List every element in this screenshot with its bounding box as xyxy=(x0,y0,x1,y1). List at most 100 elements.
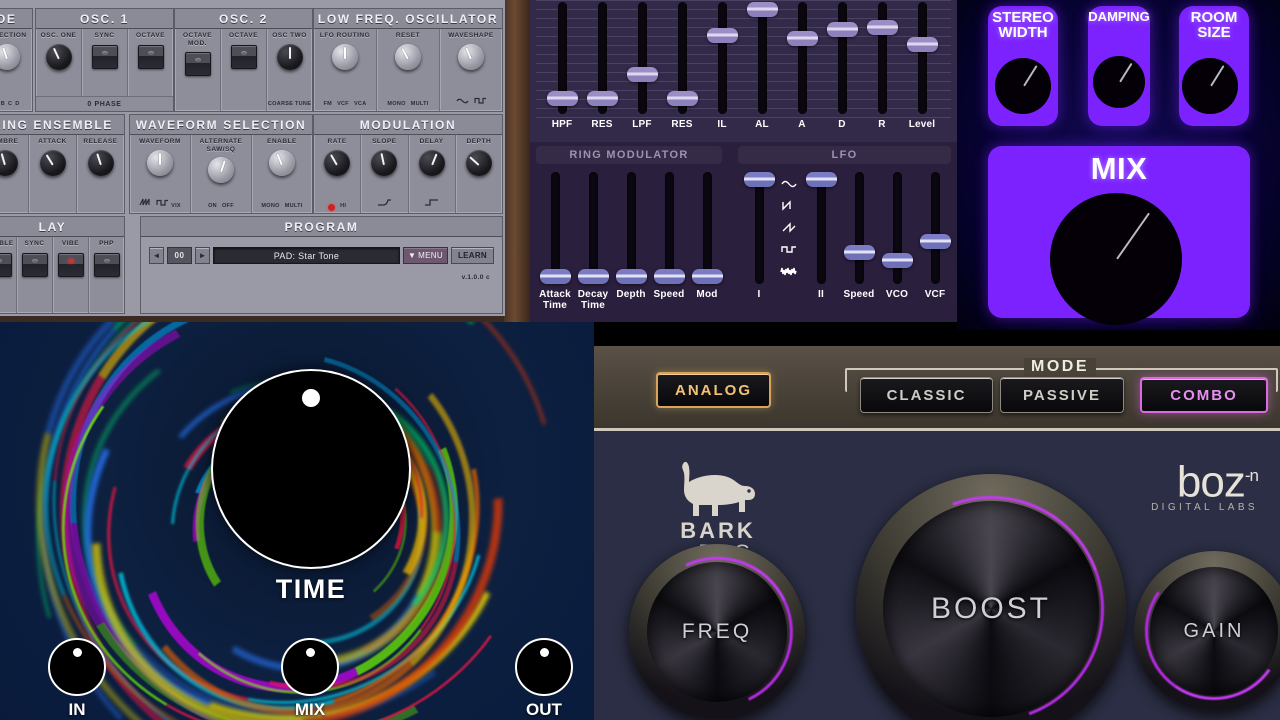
bark-knob-boost[interactable]: BOOST xyxy=(840,458,1142,720)
in-knob[interactable] xyxy=(48,638,106,696)
bark-knob-gain[interactable]: GAIN xyxy=(1134,551,1280,711)
slider-track[interactable] xyxy=(626,2,658,114)
slider-thumb[interactable] xyxy=(786,31,818,47)
slider-res[interactable]: RES xyxy=(582,2,622,130)
slider-track[interactable] xyxy=(743,172,775,284)
knob-slope[interactable] xyxy=(371,149,398,176)
slider-track[interactable] xyxy=(906,2,938,114)
slider-il[interactable]: IL xyxy=(702,2,742,130)
slider-thumb[interactable] xyxy=(706,28,738,44)
slider-speed[interactable]: Speed xyxy=(650,172,688,311)
ramp-down-icon[interactable] xyxy=(779,196,799,215)
mode-button-combo[interactable]: COMBO xyxy=(1140,377,1268,413)
switch-vibe[interactable] xyxy=(57,252,84,277)
learn-button[interactable]: LEARN xyxy=(450,247,494,264)
slider-thumb[interactable] xyxy=(546,91,578,107)
knob-release[interactable] xyxy=(87,149,114,176)
slider-track[interactable] xyxy=(843,172,875,284)
knob-alternate-saw-sq[interactable] xyxy=(208,157,234,183)
preset-name-display[interactable]: PAD: Star Tone xyxy=(213,247,400,264)
switch-octave-mod-[interactable] xyxy=(184,52,211,76)
slider-thumb[interactable] xyxy=(691,269,723,284)
slider-thumb[interactable] xyxy=(826,22,858,38)
mix-knob-small[interactable] xyxy=(281,638,339,696)
slider-thumb[interactable] xyxy=(586,91,618,107)
knob-enable[interactable] xyxy=(269,149,295,176)
slider-track[interactable] xyxy=(881,172,913,284)
program-next-button[interactable]: ► xyxy=(195,247,210,264)
knob-depth[interactable] xyxy=(465,149,492,176)
slider-thumb[interactable] xyxy=(866,20,898,36)
knob-osc-one[interactable] xyxy=(45,43,72,70)
slider-track[interactable] xyxy=(691,172,723,284)
slider-track[interactable] xyxy=(746,2,778,114)
slider-i[interactable]: I xyxy=(742,172,776,300)
slider-track[interactable] xyxy=(826,2,858,114)
slider-track[interactable] xyxy=(586,2,618,114)
slider-decay-time[interactable]: Decay Time xyxy=(574,172,612,311)
slider-track[interactable] xyxy=(706,2,738,114)
slider-thumb[interactable] xyxy=(539,269,571,284)
slider-speed[interactable]: Speed xyxy=(840,172,878,300)
slider-thumb[interactable] xyxy=(843,244,875,260)
slider-thumb[interactable] xyxy=(653,269,685,284)
knob-attack[interactable] xyxy=(39,149,66,176)
knob-delay[interactable] xyxy=(418,149,445,176)
slider-thumb[interactable] xyxy=(577,269,609,284)
square-icon[interactable] xyxy=(779,240,799,259)
switch-php[interactable] xyxy=(93,252,120,277)
knob-direction[interactable] xyxy=(0,43,20,70)
slider-thumb[interactable] xyxy=(626,66,658,82)
slider-depth[interactable]: Depth xyxy=(612,172,650,311)
time-knob[interactable] xyxy=(211,369,411,569)
slider-thumb[interactable] xyxy=(881,252,913,268)
slider-d[interactable]: D xyxy=(822,2,862,130)
program-prev-button[interactable]: ◄ xyxy=(149,247,164,264)
slider-thumb[interactable] xyxy=(906,36,938,52)
switch-sync[interactable] xyxy=(21,252,48,277)
slider-track[interactable] xyxy=(666,2,698,114)
slider-thumb[interactable] xyxy=(743,172,775,187)
slider-level[interactable]: Level xyxy=(902,2,942,130)
knob-lfo-routing[interactable] xyxy=(332,43,358,70)
slider-al[interactable]: AL xyxy=(742,2,782,130)
reverb-knob[interactable] xyxy=(1093,56,1145,108)
slider-vcf[interactable]: VCF xyxy=(916,172,954,300)
reverb-knob[interactable] xyxy=(995,58,1051,114)
switch-octave[interactable] xyxy=(230,44,257,69)
menu-button[interactable]: ▼ MENU xyxy=(402,247,448,264)
knob-osc-two[interactable] xyxy=(276,43,303,70)
slider-thumb[interactable] xyxy=(919,234,951,250)
slider-attack-time[interactable]: Attack Time xyxy=(536,172,574,311)
out-knob[interactable] xyxy=(515,638,573,696)
knob-reset[interactable] xyxy=(395,43,421,70)
switch-sync[interactable] xyxy=(91,44,118,69)
analog-button[interactable]: ANALOG xyxy=(656,372,771,408)
slider-track[interactable] xyxy=(919,172,951,284)
knob-waveform[interactable] xyxy=(147,149,173,176)
noise-icon[interactable] xyxy=(779,262,799,281)
slider-vco[interactable]: VCO xyxy=(878,172,916,300)
slider-track[interactable] xyxy=(577,172,609,284)
slider-track[interactable] xyxy=(805,172,837,284)
switch-double[interactable] xyxy=(0,252,12,277)
slider-track[interactable] xyxy=(546,2,578,114)
slider-track[interactable] xyxy=(615,172,647,284)
knob-waveshape[interactable] xyxy=(458,43,484,70)
slider-thumb[interactable] xyxy=(805,172,837,187)
slider-mod[interactable]: Mod xyxy=(688,172,726,311)
slider-track[interactable] xyxy=(539,172,571,284)
mode-button-passive[interactable]: PASSIVE xyxy=(1000,377,1124,413)
switch-octave[interactable] xyxy=(137,44,164,69)
ramp-up-icon[interactable] xyxy=(779,218,799,237)
slider-res[interactable]: RES xyxy=(662,2,702,130)
mode-button-classic[interactable]: CLASSIC xyxy=(860,377,993,413)
slider-thumb[interactable] xyxy=(615,269,647,284)
sine-icon[interactable] xyxy=(779,174,799,193)
slider-a[interactable]: A xyxy=(782,2,822,130)
bark-knob-freq[interactable]: FREQ xyxy=(620,535,814,720)
slider-track[interactable] xyxy=(866,2,898,114)
knob-timbre[interactable] xyxy=(0,149,18,176)
slider-ii[interactable]: II xyxy=(802,172,840,300)
slider-track[interactable] xyxy=(653,172,685,284)
